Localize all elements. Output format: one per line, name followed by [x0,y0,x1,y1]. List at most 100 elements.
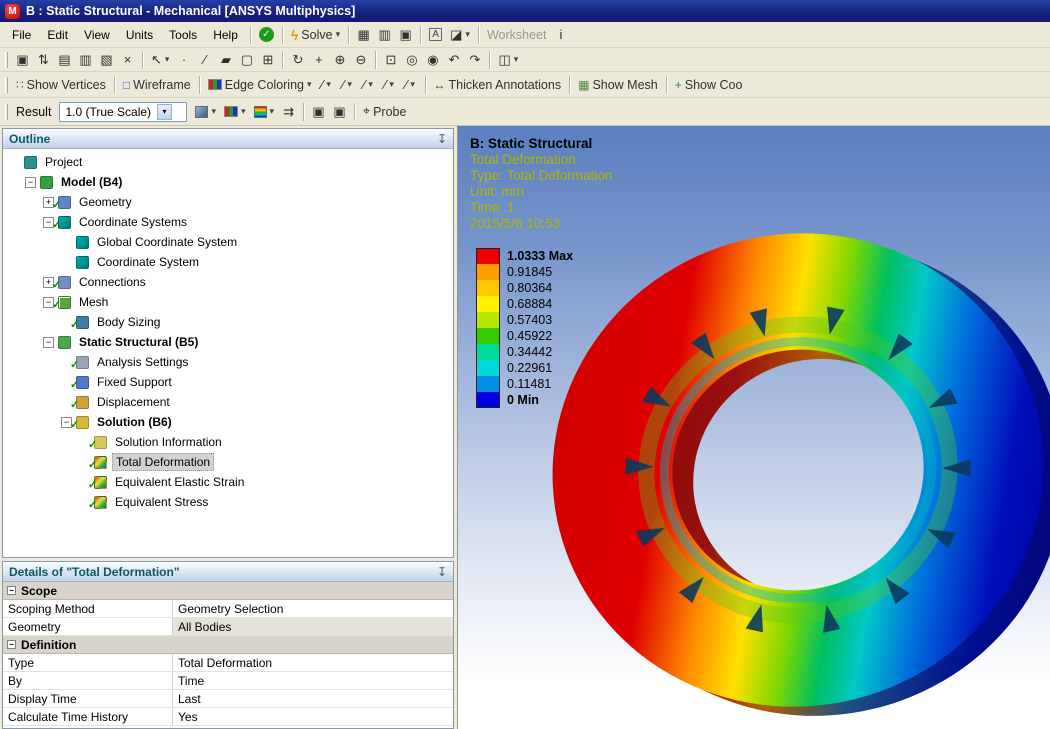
vector-display-button[interactable]: ⇉ [278,101,299,122]
viewports-button[interactable]: ◫▾ [494,49,522,70]
pin-icon[interactable]: ↧ [437,132,447,146]
tree-item-connections[interactable]: Connections [3,272,453,292]
calculate-time-history-value[interactable]: Yes [173,708,453,725]
pan-button[interactable]: + [308,49,329,70]
legend-style-dropdown[interactable]: ▾ [220,101,250,122]
duplicate-button[interactable]: ▣ [12,49,33,70]
edge-coloring-button[interactable]: Edge Coloring ▾ [204,74,316,95]
menu-tools[interactable]: Tools [161,24,205,46]
geometry-display-dropdown[interactable]: ▾ [191,101,220,122]
chevron-down-icon: ▾ [307,79,312,90]
tree-item-coordinate-system[interactable]: Coordinate System [3,252,453,272]
tree-item-project[interactable]: Project [3,152,453,172]
paste-button[interactable]: ▥ [75,49,96,70]
menu-file[interactable]: File [4,24,39,46]
select-cursor-button[interactable]: ↖▾ [147,49,173,70]
clipboard-button[interactable]: ▧ [96,49,117,70]
tree-item-equivalent-elastic-strain[interactable]: Equivalent Elastic Strain [3,472,453,492]
show-mesh-button[interactable]: ▦ Show Mesh [574,74,662,95]
probe-label: Probe [373,105,406,119]
tree-item-solution-information[interactable]: Solution Information [3,432,453,452]
edge-option-2-dropdown[interactable]: ∕▾ [337,74,358,95]
tree-item-global-coordinate-system[interactable]: Global Coordinate System [3,232,453,252]
details-section-definition[interactable]: Definition [3,636,453,654]
menu-edit[interactable]: Edit [39,24,76,46]
copy-button[interactable]: ▤ [54,49,75,70]
edge-filter-button[interactable]: ∕ [194,49,215,70]
separator [303,103,304,121]
probe-button[interactable]: ⌖ Probe [359,101,410,122]
details-row-type: TypeTotal Deformation [3,654,453,672]
magnifier-button[interactable]: ◉ [422,49,443,70]
collapse-icon[interactable] [7,640,16,649]
scoping-method-value[interactable]: Geometry Selection [173,600,453,617]
face-filter-button[interactable]: ▰ [215,49,236,70]
tree-item-displacement[interactable]: Displacement [3,392,453,412]
collapse-icon[interactable] [7,586,16,595]
solve-button[interactable]: ϟ Solve ▾ [287,24,344,45]
min-annotation-button[interactable]: ▣ [308,101,329,122]
chart-button[interactable]: ▥ [374,24,395,45]
edge-option-3-dropdown[interactable]: ∕▾ [358,74,379,95]
viewport-3d[interactable]: B: Static Structural Total Deformation T… [457,126,1050,729]
tree-item-geometry[interactable]: Geometry [3,192,453,212]
new-chart-button[interactable]: ▦ [353,24,374,45]
vertex-filter-button[interactable]: ∙ [173,49,194,70]
collapse-icon[interactable] [43,337,54,348]
edge-option-1-dropdown[interactable]: ∕▾ [316,74,337,95]
tree-item-static-structural[interactable]: Static Structural (B5) [3,332,453,352]
geometry-value[interactable]: All Bodies [173,618,453,635]
pin-icon[interactable]: ↧ [437,565,447,579]
max-annotation-button[interactable]: ▣ [329,101,350,122]
tree-item-body-sizing[interactable]: Body Sizing [3,312,453,332]
tree-item-solution[interactable]: Solution (B6) [3,412,453,432]
extend-selection-button[interactable]: ⊞ [257,49,278,70]
export-button[interactable]: ▣ [395,24,416,45]
tree-item-total-deformation[interactable]: Total Deformation [3,452,453,472]
details-row-display-time: Display TimeLast [3,690,453,708]
previous-view-button[interactable]: ↶ [443,49,464,70]
display-time-value[interactable]: Last [173,690,453,707]
result-scale-select[interactable]: 1.0 (True Scale) ▾ [59,102,187,122]
rotate-button[interactable]: ↻ [287,49,308,70]
collapse-icon[interactable] [25,177,36,188]
tree-item-mesh[interactable]: Mesh [3,292,453,312]
refresh-button[interactable]: ⇅ [33,49,54,70]
zoom-in-button[interactable]: ⊕ [329,49,350,70]
ok-icon: ✓ [259,27,274,42]
tree-item-model[interactable]: Model (B4) [3,172,453,192]
tree-item-equivalent-stress[interactable]: Equivalent Stress [3,492,453,512]
annotation-button[interactable]: A [425,24,446,45]
type-value[interactable]: Total Deformation [173,654,453,671]
toolbar-grip[interactable] [5,77,8,93]
thicken-annotations-button[interactable]: ↔ Thicken Annotations [430,74,566,95]
tree-item-analysis-settings[interactable]: Analysis Settings [3,352,453,372]
contour-style-dropdown[interactable]: ▾ [250,101,279,122]
delete-button[interactable]: × [117,49,138,70]
toolbar-grip[interactable] [5,104,8,120]
tree-item-coordinate-systems[interactable]: Coordinate Systems [3,212,453,232]
zoom-out-button[interactable]: ⊖ [350,49,371,70]
details-section-scope[interactable]: Scope [3,582,453,600]
image-capture-button[interactable]: ◪▾ [446,24,474,45]
details-row-scoping-method: Scoping MethodGeometry Selection [3,600,453,618]
info-cursor-icon[interactable]: i [550,24,571,45]
toolbar-grip[interactable] [5,52,8,68]
body-filter-button[interactable]: ▢ [236,49,257,70]
wireframe-button[interactable]: □ Wireframe [119,74,195,95]
tree-item-fixed-support[interactable]: Fixed Support [3,372,453,392]
show-vertices-button[interactable]: ∷ Show Vertices [12,74,110,95]
legend-row: 0.57403 [476,312,573,328]
menu-units[interactable]: Units [118,24,161,46]
zoom-fit-button[interactable]: ◎ [401,49,422,70]
menu-view[interactable]: View [76,24,118,46]
edge-option-5-dropdown[interactable]: ∕▾ [400,74,421,95]
menu-help[interactable]: Help [205,24,246,46]
edge-option-4-dropdown[interactable]: ∕▾ [379,74,400,95]
by-value[interactable]: Time [173,672,453,689]
status-ok-button[interactable]: ✓ [255,24,278,45]
next-view-button[interactable]: ↷ [464,49,485,70]
show-coordinate-systems-button[interactable]: + Show Coo [671,74,747,95]
box-zoom-button[interactable]: ⊡ [380,49,401,70]
edge-style-icon: ∕ [363,77,365,92]
